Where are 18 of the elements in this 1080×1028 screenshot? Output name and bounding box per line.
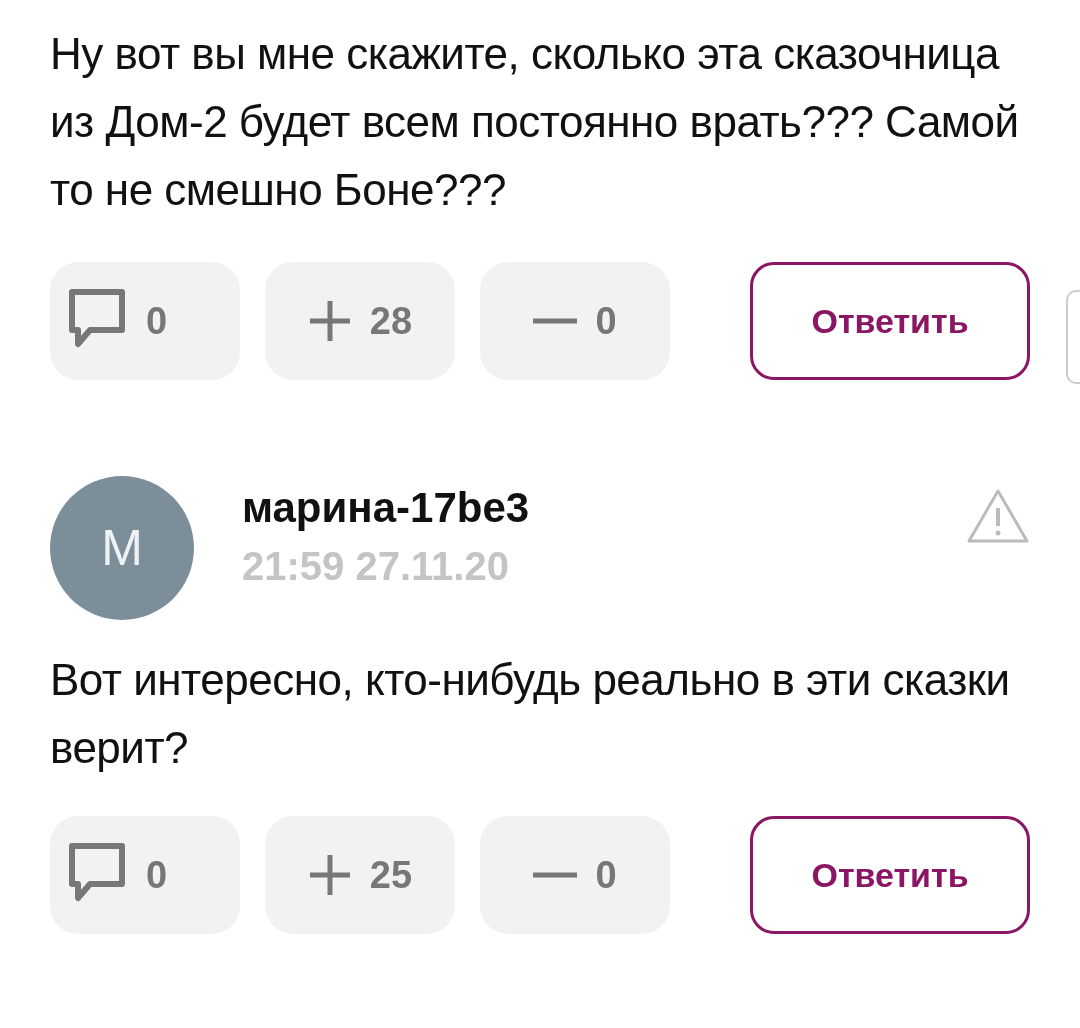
downvote-button[interactable]: 0 (480, 816, 670, 934)
downvote-button[interactable]: 0 (480, 262, 670, 380)
upvote-button[interactable]: 25 (265, 816, 455, 934)
avatar: M (50, 476, 194, 620)
minus-icon (533, 318, 578, 324)
comment-text: Вот интересно, кто-нибудь реально в эти сказки верит? (50, 654, 1011, 774)
plus-icon (307, 299, 352, 343)
timestamp: 21:59 27.11.20 (242, 544, 510, 589)
reply-button[interactable]: Ответить (750, 816, 1030, 934)
upvote-button[interactable]: 28 (265, 262, 455, 380)
comment-text: Ну вот вы мне скажите, сколько эта сказочница из Дом-2 будет всем постоянно врать??? Самой то не смешно Боне??? (50, 28, 1020, 216)
warning-icon[interactable] (966, 488, 1030, 544)
author-name: марина-17be3 (242, 484, 530, 532)
comments-button[interactable]: 0 (50, 816, 240, 934)
minus-icon (533, 872, 578, 878)
plus-icon (307, 853, 352, 897)
reply-button[interactable]: Ответить (750, 262, 1030, 380)
comments-button[interactable]: 0 (50, 262, 240, 380)
